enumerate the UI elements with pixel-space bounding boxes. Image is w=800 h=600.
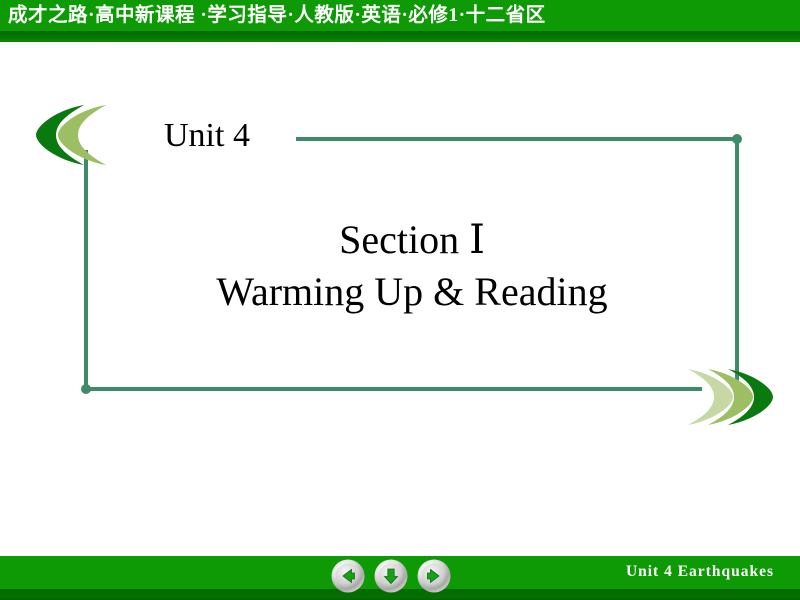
header-title: 成才之路·高中新课程 ·学习指导·人教版·英语·必修1·十二省区	[8, 5, 546, 26]
left-chevron-ornament	[36, 104, 146, 166]
previous-slide-button[interactable]	[331, 559, 365, 593]
footer-title: Unit 4 Earthquakes	[625, 563, 774, 580]
right-chevron-ornament	[688, 368, 790, 426]
frame-line-top	[296, 137, 737, 141]
section-title-line2: Warming Up & Reading	[216, 269, 608, 314]
down-button[interactable]	[374, 559, 408, 593]
unit-label: Unit 4	[164, 117, 250, 154]
section-title-line1: Section Ⅰ	[339, 217, 485, 262]
frame-dot-top-right	[732, 134, 742, 144]
section-title: Section Ⅰ Warming Up & Reading	[88, 214, 736, 318]
header-bar-shadow	[0, 31, 800, 42]
next-slide-button[interactable]	[417, 559, 451, 593]
header-bar: 成才之路·高中新课程 ·学习指导·人教版·英语·必修1·十二省区	[0, 0, 800, 42]
frame-dot-bottom-left	[81, 384, 91, 394]
frame-line-bottom	[86, 387, 702, 391]
navigation-buttons	[331, 559, 451, 595]
